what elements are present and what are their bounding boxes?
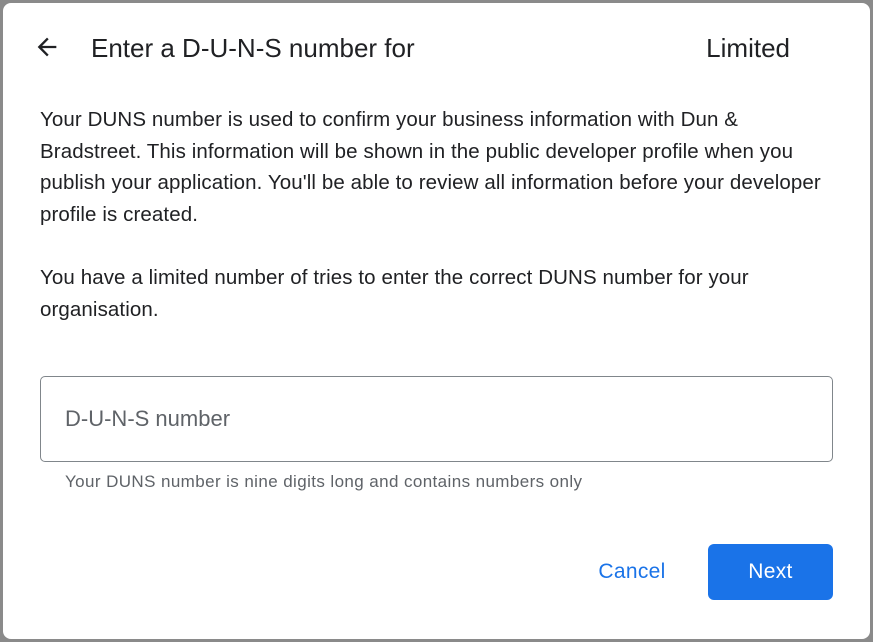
duns-description: Your DUNS number is used to confirm your… bbox=[40, 108, 821, 226]
dialog-title-org: Limited bbox=[706, 33, 790, 63]
duns-field[interactable] bbox=[40, 376, 833, 462]
dialog-title: Enter a D-U-N-S number for bbox=[91, 33, 415, 63]
cancel-button[interactable]: Cancel bbox=[573, 544, 691, 600]
duns-dialog: Enter a D-U-N-S number for Limited Your … bbox=[3, 3, 870, 639]
back-button[interactable] bbox=[27, 27, 67, 67]
next-button[interactable]: Next bbox=[708, 544, 833, 600]
arrow-back-icon bbox=[37, 37, 57, 57]
duns-helper-text: Your DUNS number is nine digits long and… bbox=[65, 472, 583, 491]
dialog-header: Enter a D-U-N-S number for Limited bbox=[3, 3, 870, 93]
tries-warning: You have a limited number of tries to en… bbox=[40, 266, 749, 321]
duns-input[interactable] bbox=[65, 377, 805, 461]
